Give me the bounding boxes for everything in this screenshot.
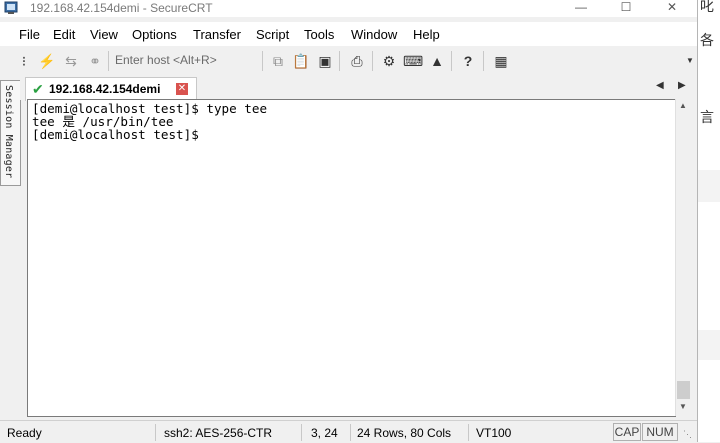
scroll-down-icon[interactable]: ▼ [679, 402, 687, 411]
window-title: 192.168.42.154demi - SecureCRT [30, 1, 213, 15]
paste-icon[interactable]: 📋 [291, 51, 311, 71]
securecrt-window: 192.168.42.154demi - SecureCRT — ☐ ✕ Fil… [0, 0, 698, 443]
menu-bar: File Edit View Options Transfer Script T… [0, 22, 697, 46]
menu-window[interactable]: Window [351, 27, 397, 42]
terminal-line: [demi@localhost test]$ [32, 127, 207, 142]
scrollbar-thumb[interactable] [677, 381, 690, 399]
copy-icon[interactable]: ⧉ [268, 51, 288, 71]
session-manager-label: Session Manager [3, 85, 14, 179]
background-glyph: 言 [700, 110, 714, 126]
status-encryption: ssh2: AES-256-CTR [164, 426, 273, 440]
menu-view[interactable]: View [90, 27, 118, 42]
status-ready: Ready [7, 426, 42, 440]
minimize-icon: — [575, 0, 587, 14]
background-glyph: 叱 [700, 0, 714, 15]
terminal-area[interactable]: [demi@localhost test]$ type tee tee 是 /u… [27, 99, 676, 417]
help-icon[interactable]: ? [458, 51, 478, 71]
session-tab[interactable]: ✔ 192.168.42.154demi ✕ [25, 77, 197, 101]
status-caps-lock: CAP [613, 423, 641, 441]
maximize-button[interactable]: ☐ [606, 0, 646, 16]
toolbar-overflow-icon[interactable]: ▼ [680, 51, 700, 71]
print-icon[interactable]: ⎙ [347, 51, 367, 71]
status-terminal-type: VT100 [476, 426, 512, 440]
tab-label: 192.168.42.154demi [49, 82, 161, 96]
status-terminal-size: 24 Rows, 80 Cols [357, 426, 452, 440]
minimize-button[interactable]: — [561, 0, 601, 16]
disconnect-icon[interactable]: ⚭ [85, 51, 105, 71]
tab-scroll-right-icon[interactable]: ▶ [678, 80, 686, 91]
terminal-scrollbar[interactable]: ▲ ▼ [675, 99, 692, 416]
menu-options[interactable]: Options [132, 27, 177, 42]
menu-transfer[interactable]: Transfer [193, 27, 241, 42]
session-manager-tab[interactable]: Session Manager [0, 80, 21, 186]
sftp-icon[interactable]: ▲ [427, 51, 447, 71]
status-cursor-position: 3, 24 [311, 426, 338, 440]
menu-tools[interactable]: Tools [304, 27, 334, 42]
settings-icon[interactable]: ⚙ [379, 51, 399, 71]
quick-connect-input[interactable]: Enter host <Alt+R> [115, 53, 217, 67]
keymap-icon[interactable]: ⌨ [403, 51, 423, 71]
menu-file[interactable]: File [19, 27, 40, 42]
tab-scroll-left-icon[interactable]: ◀ [656, 80, 664, 91]
status-bar: Ready ssh2: AES-256-CTR 3, 24 24 Rows, 8… [0, 420, 697, 443]
connect-icon[interactable]: ⁝ [14, 51, 34, 71]
reconnect-icon[interactable]: ⇆ [61, 51, 81, 71]
background-glyph: 各 [700, 33, 714, 49]
scroll-up-icon[interactable]: ▲ [679, 101, 687, 110]
resize-grip-icon[interactable]: ⋱ [683, 429, 692, 440]
status-num-lock: NUM [642, 423, 678, 441]
menu-script[interactable]: Script [256, 27, 289, 42]
maximize-icon: ☐ [620, 0, 632, 14]
menu-help[interactable]: Help [413, 27, 440, 42]
check-icon: ✔ [32, 81, 44, 97]
find-icon[interactable]: ▣ [315, 51, 335, 71]
toolbar: ⁝ ⚡ ⇆ ⚭ ⧉ 📋 ▣ ⎙ ⚙ ⌨ ▲ ? ▦ ▼ [0, 47, 697, 74]
lightning-icon[interactable]: ⚡ [37, 51, 57, 71]
close-icon: ✕ [666, 0, 678, 14]
session-options-icon[interactable]: ▦ [491, 51, 511, 71]
tab-close-icon[interactable]: ✕ [176, 83, 188, 95]
app-icon [4, 1, 18, 14]
title-bar[interactable]: 192.168.42.154demi - SecureCRT — ☐ ✕ [0, 0, 697, 17]
background-window: 叱 各 言 [697, 0, 720, 442]
close-button[interactable]: ✕ [652, 0, 692, 16]
menu-edit[interactable]: Edit [53, 27, 75, 42]
